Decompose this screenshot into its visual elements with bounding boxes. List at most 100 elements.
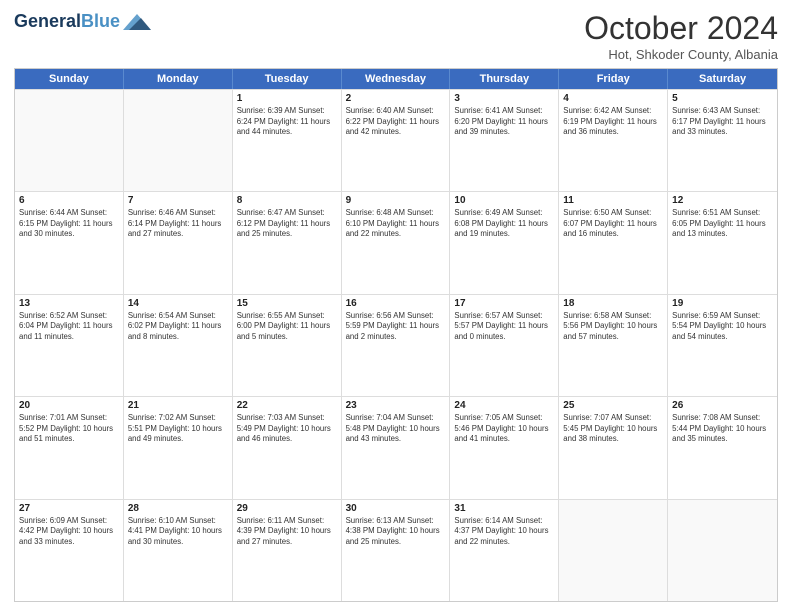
- table-row: 28 Sunrise: 6:10 AM Sunset: 4:41 PM Dayli…: [124, 500, 233, 601]
- calendar: SundayMondayTuesdayWednesdayThursdayFrid…: [14, 68, 778, 602]
- title-block: October 2024 Hot, Shkoder County, Albani…: [584, 10, 778, 62]
- day-number: 5: [672, 93, 773, 104]
- table-row: 27 Sunrise: 6:09 AM Sunset: 4:42 PM Dayli…: [15, 500, 124, 601]
- day-number: 6: [19, 195, 119, 206]
- table-row: 29Sunrise: 6:11 AM Sunset: 4:39 PM Dayli…: [233, 500, 342, 601]
- day-number: 11: [563, 195, 663, 206]
- day-number: 23: [346, 400, 446, 411]
- day-info: Sunrise: 6:47 AM Sunset: 6:12 PM Dayligh…: [237, 208, 337, 240]
- day-info: Sunrise: 6:55 AM Sunset: 6:00 PM Dayligh…: [237, 311, 337, 343]
- table-row: 20 Sunrise: 7:01 AM Sunset: 5:52 PM Dayli…: [15, 397, 124, 498]
- day-info: Sunrise: 6:43 AM Sunset: 6:17 PM Dayligh…: [672, 106, 773, 138]
- location: Hot, Shkoder County, Albania: [584, 47, 778, 62]
- day-number: 29: [237, 503, 337, 514]
- day-info: Sunrise: 6:10 AM Sunset: 4:41 PM Dayligh…: [128, 516, 228, 548]
- month-title: October 2024: [584, 10, 778, 47]
- table-row: 23 Sunrise: 7:04 AM Sunset: 5:48 PM Dayli…: [342, 397, 451, 498]
- day-info: Sunrise: 6:52 AM Sunset: 6:04 PM Dayligh…: [19, 311, 119, 343]
- table-row: 4 Sunrise: 6:42 AM Sunset: 6:19 PM Daylig…: [559, 90, 668, 191]
- header-day-thursday: Thursday: [450, 69, 559, 89]
- page: GeneralBlue October 2024 Hot, Shkoder Co…: [0, 0, 792, 612]
- day-info: Sunrise: 6:39 AM Sunset: 6:24 PM Dayligh…: [237, 106, 337, 138]
- table-row: 18 Sunrise: 6:58 AM Sunset: 5:56 PM Dayli…: [559, 295, 668, 396]
- week-row-2: 6 Sunrise: 6:44 AM Sunset: 6:15 PM Daylig…: [15, 191, 777, 293]
- day-info: Sunrise: 6:14 AM Sunset: 4:37 PM Dayligh…: [454, 516, 554, 548]
- table-row: 14Sunrise: 6:54 AM Sunset: 6:02 PM Dayli…: [124, 295, 233, 396]
- table-row: 21 Sunrise: 7:02 AM Sunset: 5:51 PM Dayli…: [124, 397, 233, 498]
- day-info: Sunrise: 7:02 AM Sunset: 5:51 PM Dayligh…: [128, 413, 228, 445]
- table-row: 13 Sunrise: 6:52 AM Sunset: 6:04 PM Dayli…: [15, 295, 124, 396]
- day-number: 3: [454, 93, 554, 104]
- day-number: 27: [19, 503, 119, 514]
- day-number: 15: [237, 298, 337, 309]
- day-info: Sunrise: 6:56 AM Sunset: 5:59 PM Dayligh…: [346, 311, 446, 343]
- day-number: 25: [563, 400, 663, 411]
- week-row-4: 20 Sunrise: 7:01 AM Sunset: 5:52 PM Dayli…: [15, 396, 777, 498]
- header: GeneralBlue October 2024 Hot, Shkoder Co…: [14, 10, 778, 62]
- table-row: 26 Sunrise: 7:08 AM Sunset: 5:44 PM Dayli…: [668, 397, 777, 498]
- day-info: Sunrise: 6:58 AM Sunset: 5:56 PM Dayligh…: [563, 311, 663, 343]
- day-number: 13: [19, 298, 119, 309]
- table-row: 1 Sunrise: 6:39 AM Sunset: 6:24 PM Daylig…: [233, 90, 342, 191]
- calendar-body: 1 Sunrise: 6:39 AM Sunset: 6:24 PM Daylig…: [15, 89, 777, 601]
- day-info: Sunrise: 6:13 AM Sunset: 4:38 PM Dayligh…: [346, 516, 446, 548]
- table-row: 15 Sunrise: 6:55 AM Sunset: 6:00 PM Dayli…: [233, 295, 342, 396]
- week-row-3: 13 Sunrise: 6:52 AM Sunset: 6:04 PM Dayli…: [15, 294, 777, 396]
- logo-icon: [123, 12, 151, 32]
- calendar-header: SundayMondayTuesdayWednesdayThursdayFrid…: [15, 69, 777, 89]
- day-info: Sunrise: 6:50 AM Sunset: 6:07 PM Dayligh…: [563, 208, 663, 240]
- table-row: 25 Sunrise: 7:07 AM Sunset: 5:45 PM Dayli…: [559, 397, 668, 498]
- day-number: 1: [237, 93, 337, 104]
- table-row: 17 Sunrise: 6:57 AM Sunset: 5:57 PM Dayli…: [450, 295, 559, 396]
- day-info: Sunrise: 7:07 AM Sunset: 5:45 PM Dayligh…: [563, 413, 663, 445]
- table-row: 6 Sunrise: 6:44 AM Sunset: 6:15 PM Daylig…: [15, 192, 124, 293]
- logo-general: General: [14, 11, 81, 31]
- table-row: 31Sunrise: 6:14 AM Sunset: 4:37 PM Dayli…: [450, 500, 559, 601]
- day-info: Sunrise: 6:48 AM Sunset: 6:10 PM Dayligh…: [346, 208, 446, 240]
- header-day-wednesday: Wednesday: [342, 69, 451, 89]
- day-info: Sunrise: 6:09 AM Sunset: 4:42 PM Dayligh…: [19, 516, 119, 548]
- week-row-5: 27 Sunrise: 6:09 AM Sunset: 4:42 PM Dayli…: [15, 499, 777, 601]
- table-row: [559, 500, 668, 601]
- day-number: 28: [128, 503, 228, 514]
- table-row: 30Sunrise: 6:13 AM Sunset: 4:38 PM Dayli…: [342, 500, 451, 601]
- day-number: 4: [563, 93, 663, 104]
- day-info: Sunrise: 6:41 AM Sunset: 6:20 PM Dayligh…: [454, 106, 554, 138]
- table-row: 8Sunrise: 6:47 AM Sunset: 6:12 PM Daylig…: [233, 192, 342, 293]
- table-row: 19Sunrise: 6:59 AM Sunset: 5:54 PM Dayli…: [668, 295, 777, 396]
- day-info: Sunrise: 6:44 AM Sunset: 6:15 PM Dayligh…: [19, 208, 119, 240]
- day-number: 26: [672, 400, 773, 411]
- day-number: 21: [128, 400, 228, 411]
- day-number: 7: [128, 195, 228, 206]
- table-row: 5 Sunrise: 6:43 AM Sunset: 6:17 PM Daylig…: [668, 90, 777, 191]
- table-row: 24Sunrise: 7:05 AM Sunset: 5:46 PM Dayli…: [450, 397, 559, 498]
- table-row: 22 Sunrise: 7:03 AM Sunset: 5:49 PM Dayli…: [233, 397, 342, 498]
- day-number: 22: [237, 400, 337, 411]
- day-info: Sunrise: 7:03 AM Sunset: 5:49 PM Dayligh…: [237, 413, 337, 445]
- header-day-sunday: Sunday: [15, 69, 124, 89]
- week-row-1: 1 Sunrise: 6:39 AM Sunset: 6:24 PM Daylig…: [15, 89, 777, 191]
- day-info: Sunrise: 6:46 AM Sunset: 6:14 PM Dayligh…: [128, 208, 228, 240]
- table-row: 11 Sunrise: 6:50 AM Sunset: 6:07 PM Dayli…: [559, 192, 668, 293]
- table-row: [15, 90, 124, 191]
- day-info: Sunrise: 6:51 AM Sunset: 6:05 PM Dayligh…: [672, 208, 773, 240]
- day-info: Sunrise: 7:04 AM Sunset: 5:48 PM Dayligh…: [346, 413, 446, 445]
- day-number: 14: [128, 298, 228, 309]
- day-number: 18: [563, 298, 663, 309]
- table-row: 10Sunrise: 6:49 AM Sunset: 6:08 PM Dayli…: [450, 192, 559, 293]
- day-number: 20: [19, 400, 119, 411]
- logo-blue: Blue: [81, 11, 120, 31]
- day-info: Sunrise: 7:01 AM Sunset: 5:52 PM Dayligh…: [19, 413, 119, 445]
- header-day-saturday: Saturday: [668, 69, 777, 89]
- table-row: 2Sunrise: 6:40 AM Sunset: 6:22 PM Daylig…: [342, 90, 451, 191]
- table-row: 7 Sunrise: 6:46 AM Sunset: 6:14 PM Daylig…: [124, 192, 233, 293]
- day-info: Sunrise: 6:57 AM Sunset: 5:57 PM Dayligh…: [454, 311, 554, 343]
- day-info: Sunrise: 7:08 AM Sunset: 5:44 PM Dayligh…: [672, 413, 773, 445]
- day-info: Sunrise: 6:42 AM Sunset: 6:19 PM Dayligh…: [563, 106, 663, 138]
- day-number: 10: [454, 195, 554, 206]
- table-row: [124, 90, 233, 191]
- day-number: 19: [672, 298, 773, 309]
- day-number: 24: [454, 400, 554, 411]
- header-day-tuesday: Tuesday: [233, 69, 342, 89]
- day-number: 17: [454, 298, 554, 309]
